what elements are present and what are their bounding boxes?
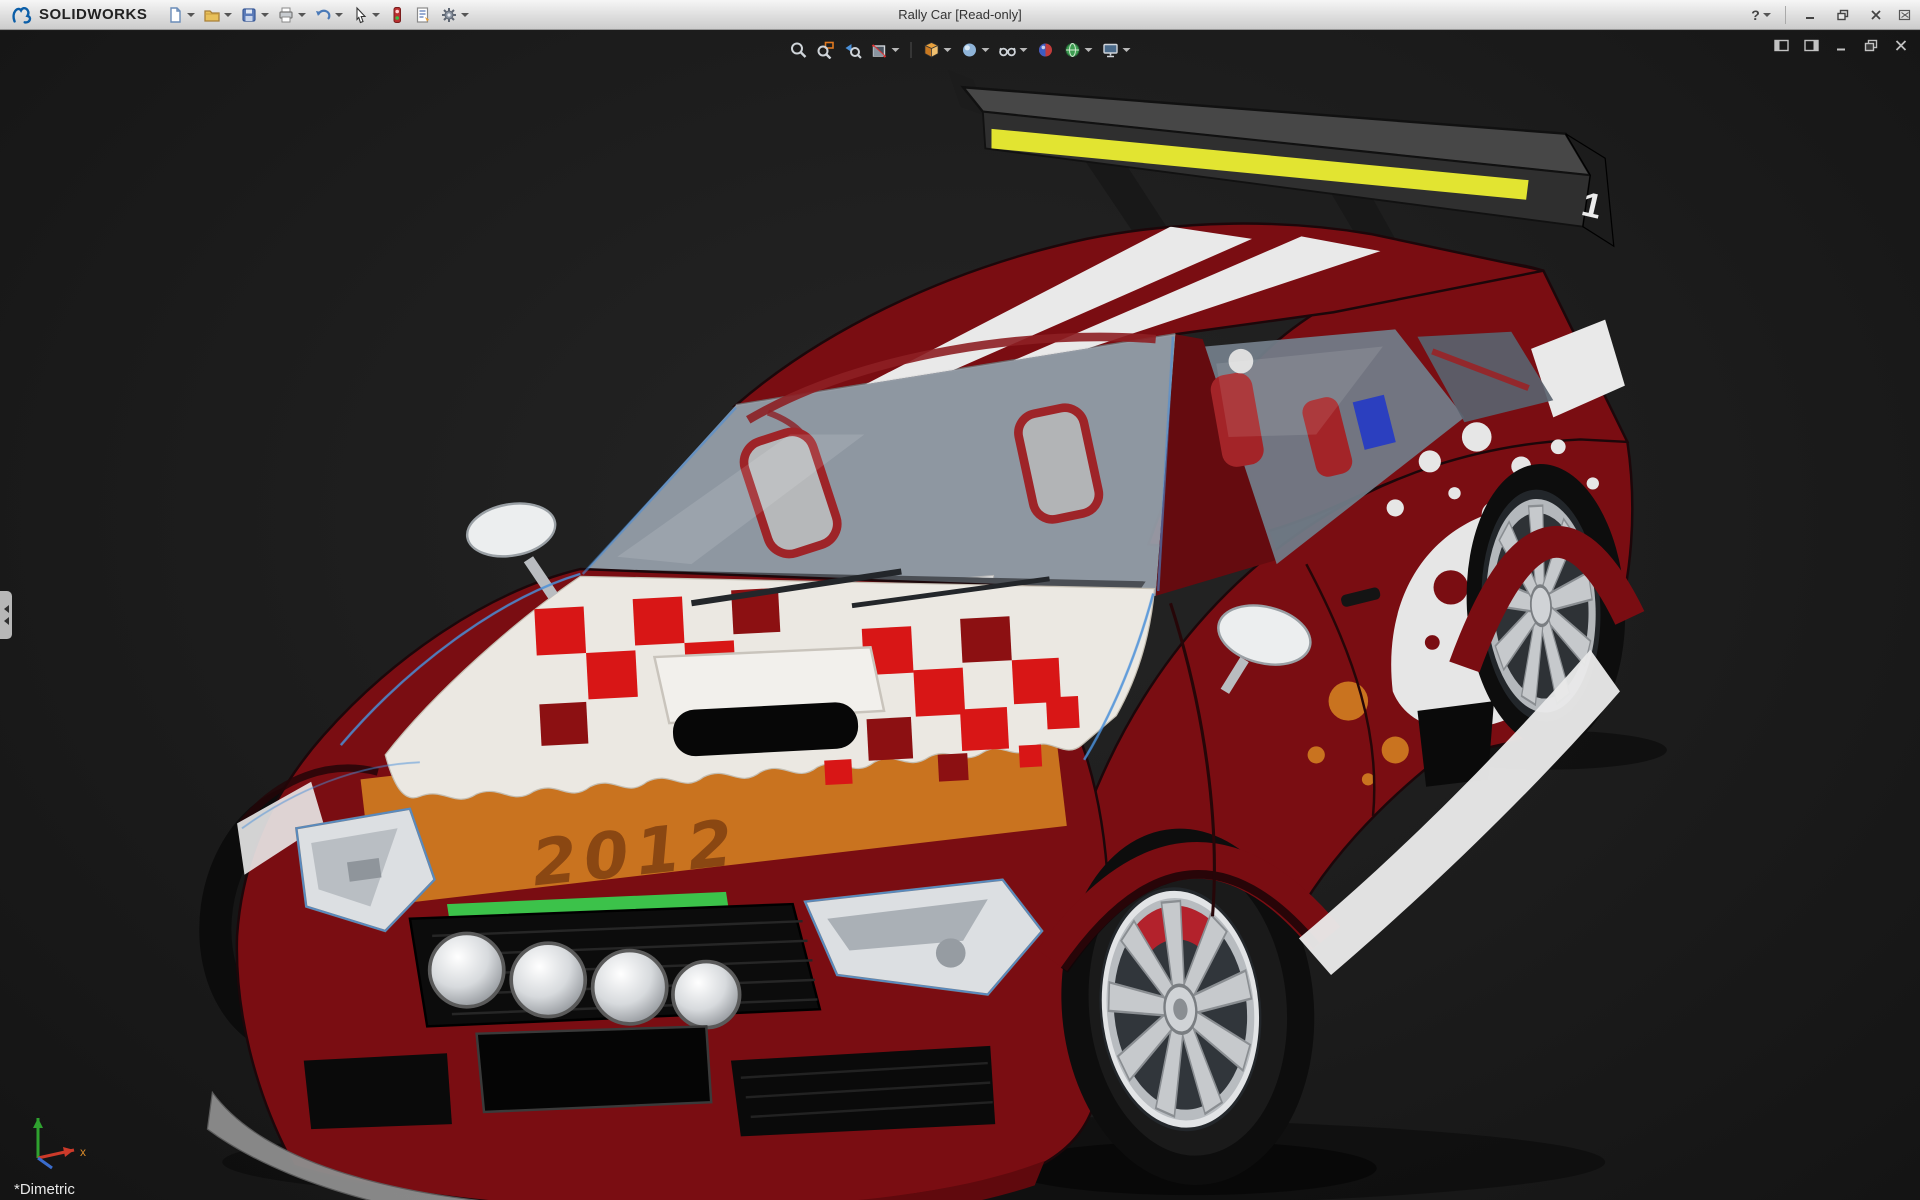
- dock-left-icon: [1773, 39, 1789, 51]
- previous-view-icon: [845, 44, 862, 59]
- window-controls: ?: [1746, 4, 1920, 26]
- display-style-icon: [963, 43, 976, 57]
- zoom-to-fit-button[interactable]: [786, 38, 812, 62]
- dropdown-caret-icon[interactable]: [1122, 48, 1131, 52]
- triad-x-label: x: [80, 1145, 86, 1159]
- reference-triad: x: [33, 1118, 86, 1170]
- separator: [910, 42, 912, 58]
- front-grille[interactable]: [408, 902, 822, 1030]
- zoom-to-fit-icon: [791, 42, 807, 58]
- close-icon: [1895, 39, 1907, 51]
- collapse-arrow-icon: [3, 616, 9, 625]
- dropdown-caret-icon[interactable]: [1762, 12, 1771, 17]
- hide-show-items-button[interactable]: [995, 38, 1032, 62]
- dropdown-caret-icon[interactable]: [943, 48, 952, 52]
- dropdown-caret-icon[interactable]: [1084, 48, 1093, 52]
- minimize-button[interactable]: [1795, 4, 1825, 26]
- dock-right-button[interactable]: [1802, 37, 1820, 53]
- dropdown-caret-icon[interactable]: [891, 48, 900, 52]
- dropdown-caret-icon[interactable]: [981, 48, 990, 52]
- restore-icon: [1864, 39, 1878, 51]
- view-orientation-button[interactable]: [919, 38, 956, 62]
- close-button[interactable]: [1861, 4, 1891, 26]
- orientation-label: *Dimetric: [14, 1181, 75, 1198]
- dock-right-icon: [1803, 39, 1819, 51]
- window-title: Rally Car [Read-only]: [898, 7, 1022, 22]
- document-window-controls: [1772, 37, 1910, 53]
- hide-show-glasses-icon: [999, 47, 1016, 57]
- help-icon: ?: [1751, 6, 1760, 23]
- workspace-button[interactable]: [1894, 4, 1914, 26]
- feature-pane-splitter-tab[interactable]: [0, 590, 12, 639]
- previous-view-button[interactable]: [840, 38, 866, 62]
- restore-button[interactable]: [1828, 4, 1858, 26]
- dropdown-caret-icon[interactable]: [1019, 48, 1028, 52]
- zoom-to-area-icon: [817, 41, 834, 59]
- minimize-icon: [1806, 16, 1814, 19]
- separator: [1785, 5, 1786, 24]
- help-button[interactable]: ?: [1746, 4, 1776, 26]
- view-settings-button[interactable]: [1098, 38, 1135, 62]
- titlebar: Rally Car [Read-only] SOLIDWORKS ?: [0, 0, 1920, 30]
- close-icon: [1871, 9, 1881, 20]
- doc-minimize-button[interactable]: [1832, 37, 1850, 53]
- minimize-icon: [1837, 48, 1845, 50]
- dock-left-button[interactable]: [1772, 37, 1790, 53]
- apply-scene-button[interactable]: [1060, 38, 1097, 62]
- restore-icon: [1837, 9, 1849, 20]
- apply-scene-globe-icon: [1065, 43, 1080, 57]
- edit-appearance-button[interactable]: [1033, 38, 1059, 62]
- collapse-arrow-icon: [3, 604, 9, 613]
- workspace-grid-icon: [1898, 9, 1910, 20]
- section-view-icon: [871, 44, 887, 58]
- headsup-view-toolbar: [786, 38, 1135, 62]
- zoom-to-area-button[interactable]: [813, 38, 839, 62]
- graphics-viewport[interactable]: 1 2012 x *Dimetric: [0, 31, 1920, 1200]
- left-mirror[interactable]: [463, 497, 560, 599]
- view-orientation-cube-icon: [924, 42, 939, 58]
- view-settings-monitor-icon: [1103, 43, 1118, 58]
- display-style-button[interactable]: [957, 38, 994, 62]
- doc-close-button[interactable]: [1892, 37, 1910, 53]
- edit-appearance-sphere-icon: [1039, 43, 1052, 57]
- model-rally-car[interactable]: 1 2012: [0, 31, 1920, 1200]
- hood-scoop[interactable]: [652, 646, 886, 757]
- section-view-button[interactable]: [867, 38, 904, 62]
- doc-restore-button[interactable]: [1862, 37, 1880, 53]
- license-plate[interactable]: [475, 1025, 713, 1114]
